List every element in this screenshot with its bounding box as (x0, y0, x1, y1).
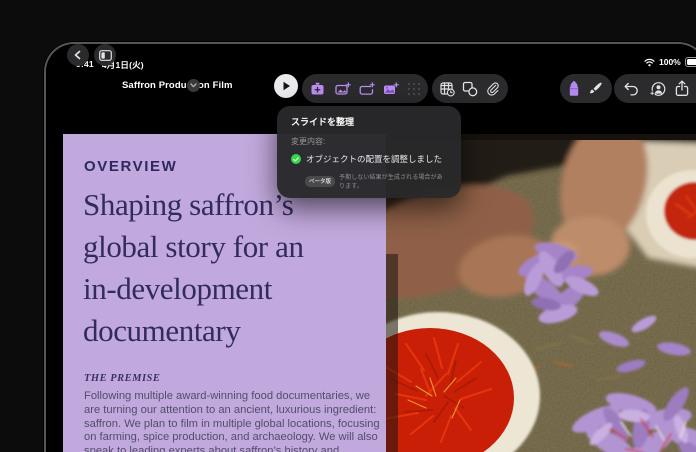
share-icon (675, 80, 689, 97)
format-brush-button[interactable] (588, 81, 604, 97)
paperclip-icon (485, 81, 501, 97)
play-button[interactable] (274, 74, 298, 98)
chevron-left-icon (73, 50, 83, 60)
add-text-box-button[interactable] (358, 81, 375, 97)
wifi-icon (644, 58, 655, 67)
popup-change-item: オブジェクトの配置を調整しました (306, 153, 442, 165)
ipad-screen: 9:41 4月1日(火) 100% (46, 44, 696, 452)
drag-handle[interactable] (407, 82, 421, 96)
play-icon (282, 81, 291, 91)
battery-icon (685, 57, 696, 67)
dots-grid-icon (407, 82, 421, 96)
add-photo-icon (334, 81, 351, 97)
headline-line: in-development (83, 268, 304, 310)
ipad-device-frame: 9:41 4月1日(火) 100% (44, 42, 696, 452)
share-button[interactable] (675, 80, 689, 97)
screenshot-canvas: 9:41 4月1日(火) 100% (0, 0, 696, 452)
collaborate-button[interactable] (649, 81, 666, 97)
sidebar-layout-icon (99, 50, 112, 61)
actions-toolbar-group (614, 74, 696, 103)
undo-button[interactable] (623, 81, 639, 96)
headline-line: global story for an (83, 226, 304, 268)
title-menu-button[interactable] (187, 79, 200, 92)
add-photo-button[interactable] (334, 81, 351, 97)
headline-line: Shaping saffron’s (83, 184, 304, 226)
add-slide-button[interactable] (309, 81, 326, 97)
document-title[interactable]: Saffron Production Film (122, 80, 233, 91)
paintbrush-icon (588, 81, 604, 97)
add-slide-icon (309, 81, 326, 97)
organize-slides-popup: スライドを整理 変更内容: オブジェクトの配置を調整しました ベータ版 予期しな… (277, 106, 461, 198)
add-media-button[interactable] (382, 81, 399, 97)
collaborate-person-icon (649, 81, 666, 97)
undo-icon (623, 81, 639, 96)
status-bar-right: 100% (644, 57, 696, 67)
slide-eyebrow: OVERVIEW (84, 158, 177, 175)
shapes-button[interactable] (462, 81, 478, 97)
shapes-icon (462, 81, 478, 97)
crayon-icon (568, 80, 580, 97)
checkmark-icon (291, 154, 301, 164)
view-options-button[interactable] (94, 44, 116, 66)
chevron-down-icon (190, 83, 197, 88)
crayon-draw-button[interactable] (568, 80, 580, 97)
table-chart-button[interactable] (439, 81, 455, 97)
headline-line: documentary (83, 310, 304, 352)
back-button[interactable] (67, 44, 89, 66)
attachment-button[interactable] (485, 81, 501, 97)
draw-toolbar-group (560, 74, 612, 103)
add-text-box-icon (358, 81, 375, 97)
battery-percent: 100% (659, 57, 681, 67)
objects-toolbar-group (432, 74, 508, 103)
table-chart-icon (439, 81, 455, 97)
premise-body: Following multiple award-winning food do… (84, 390, 386, 452)
beta-note: 予期しない結果が生成される場合があります。 (339, 172, 447, 190)
slide-headline: Shaping saffron’s global story for an in… (83, 184, 304, 352)
beta-badge: ベータ版 (305, 176, 335, 187)
popup-changes-label: 変更内容: (291, 136, 447, 147)
insert-toolbar-group (302, 74, 428, 103)
add-media-icon (382, 81, 399, 97)
premise-label: THE PREMISE (84, 373, 160, 384)
popup-title: スライドを整理 (291, 115, 447, 128)
